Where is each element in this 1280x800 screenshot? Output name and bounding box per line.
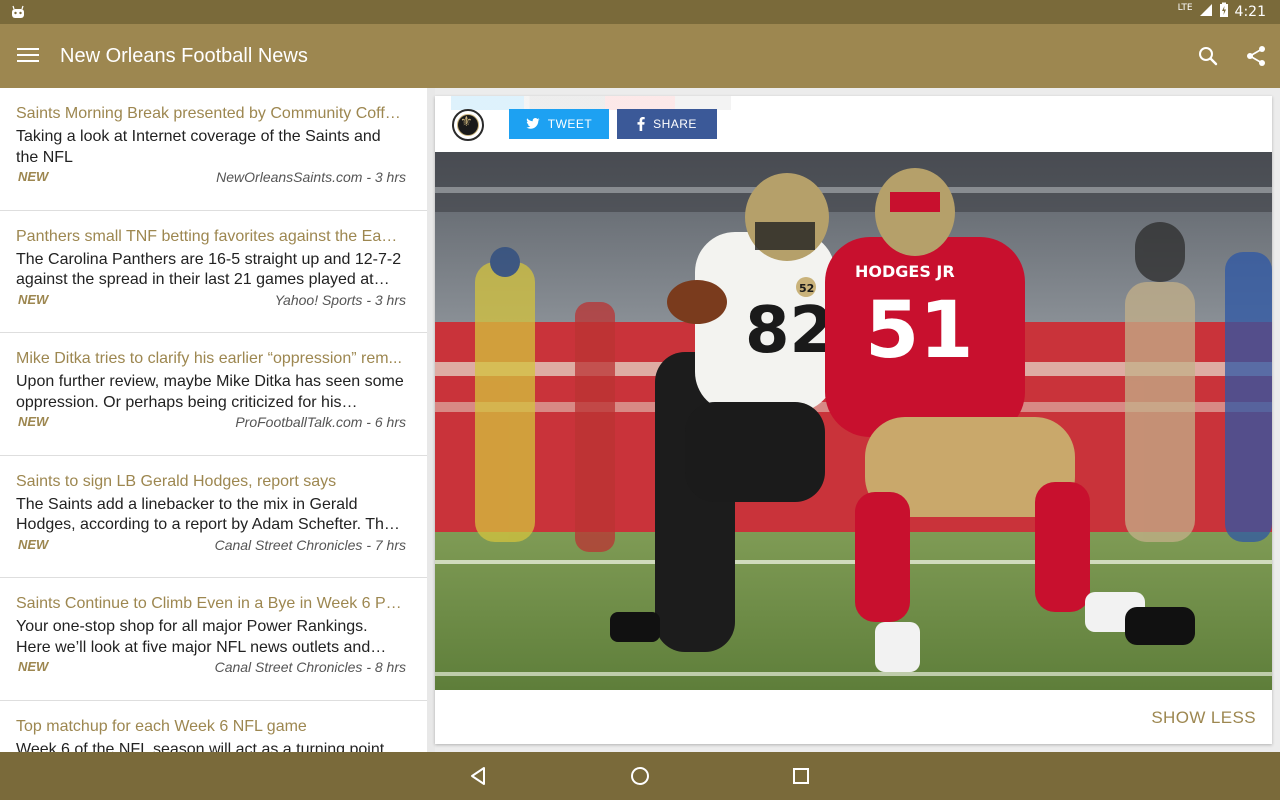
jersey-patch: 52	[799, 282, 814, 295]
news-source: Canal Street Chronicles - 8 hrs	[214, 659, 406, 675]
news-title[interactable]: Panthers small TNF betting favorites aga…	[16, 227, 406, 247]
signal-icon	[1199, 3, 1213, 21]
list-item[interactable]: Panthers small TNF betting favorites aga…	[0, 211, 427, 333]
app-bar: New Orleans Football News	[0, 24, 1280, 88]
news-summary: Week 6 of the NFL season will act as a t…	[16, 740, 385, 753]
facebook-share-button[interactable]: SHARE	[617, 109, 717, 139]
list-item[interactable]: Saints Morning Break presented by Commun…	[0, 88, 427, 211]
home-icon[interactable]	[628, 764, 652, 788]
new-badge: NEW	[18, 414, 49, 429]
article-card: ⚜ TWEET SHARE 82 52 HODGES JR 51 SHOW LE…	[435, 96, 1272, 744]
menu-icon[interactable]	[16, 44, 40, 68]
network-type: LTE	[1177, 3, 1193, 13]
share-icon[interactable]	[1244, 44, 1268, 68]
status-time: 4:21	[1234, 4, 1266, 20]
news-summary: Taking a look at Internet coverage of th…	[16, 128, 381, 166]
player-name-plate: HODGES JR	[855, 262, 955, 281]
saints-logo-icon[interactable]: ⚜	[452, 109, 484, 141]
new-badge: NEW	[18, 169, 49, 184]
android-icon	[10, 4, 26, 20]
news-title[interactable]: Mike Ditka tries to clarify his earlier …	[16, 349, 406, 369]
news-source: Yahoo! Sports - 3 hrs	[274, 291, 406, 308]
list-item[interactable]: Saints Continue to Climb Even in a Bye i…	[0, 578, 427, 701]
news-summary: Upon further review, maybe Mike Ditka ha…	[16, 373, 404, 411]
new-badge: NEW	[18, 659, 49, 674]
news-summary: The Carolina Panthers are 16-5 straight …	[16, 250, 402, 289]
navigation-bar	[0, 752, 1280, 800]
list-item[interactable]: Mike Ditka tries to clarify his earlier …	[0, 333, 427, 456]
recents-icon[interactable]	[789, 764, 813, 788]
app-title: New Orleans Football News	[60, 45, 308, 67]
news-title[interactable]: Saints Morning Break presented by Commun…	[16, 104, 406, 124]
twitter-bird-icon	[526, 118, 540, 129]
news-title[interactable]: Saints to sign LB Gerald Hodges, report …	[16, 472, 406, 492]
tweet-button[interactable]: TWEET	[509, 109, 609, 139]
list-item[interactable]: Top matchup for each Week 6 NFL game Wee…	[0, 701, 427, 753]
new-badge: NEW	[18, 536, 49, 552]
battery-icon	[1219, 2, 1229, 22]
news-summary: The Saints add a linebacker to the mix i…	[16, 495, 393, 534]
status-bar: LTE 4:21	[0, 0, 1280, 24]
news-summary: Your one-stop shop for all major Power R…	[16, 618, 371, 656]
news-source: NewOrleansSaints.com - 3 hrs	[216, 169, 406, 185]
news-source: ProFootballTalk.com - 6 hrs	[235, 414, 406, 430]
article-photo: 82 52 HODGES JR 51	[435, 152, 1272, 690]
jersey-number-82: 82	[745, 294, 834, 368]
jersey-number-51: 51	[865, 286, 974, 376]
news-source: Canal Street Chronicles - 7 hrs	[214, 536, 406, 553]
show-less-button[interactable]: SHOW LESS	[1151, 708, 1256, 728]
facebook-icon	[637, 117, 645, 131]
news-title[interactable]: Saints Continue to Climb Even in a Bye i…	[16, 594, 406, 614]
search-icon[interactable]	[1196, 44, 1220, 68]
new-badge: NEW	[18, 291, 49, 307]
pane-divider	[427, 88, 435, 752]
tweet-label: TWEET	[547, 117, 593, 131]
share-label: SHARE	[653, 117, 697, 131]
list-item[interactable]: Saints to sign LB Gerald Hodges, report …	[0, 456, 427, 578]
news-list[interactable]: Saints Morning Break presented by Commun…	[0, 88, 427, 752]
card-header: ⚜ TWEET SHARE	[435, 96, 1272, 152]
share-bar-ghost	[451, 96, 731, 110]
back-icon[interactable]	[466, 764, 490, 788]
news-title[interactable]: Top matchup for each Week 6 NFL game	[16, 717, 406, 737]
